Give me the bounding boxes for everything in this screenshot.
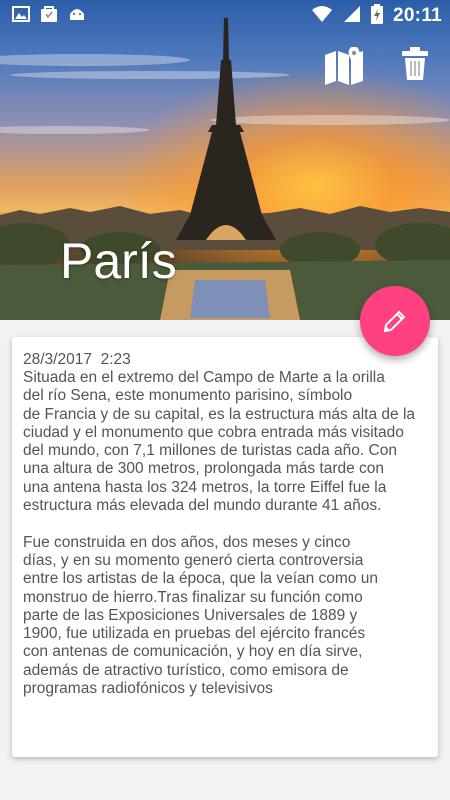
delete-button[interactable] (400, 46, 430, 82)
edit-fab-button[interactable] (360, 286, 430, 356)
android-icon (68, 6, 86, 27)
note-card: 28/3/2017 2:23 Situada en el extremo del… (12, 337, 438, 757)
wifi-icon (311, 5, 333, 28)
status-bar: 20:11 (0, 0, 450, 32)
page-title: París (60, 233, 177, 289)
note-body: Situada en el extremo del Campo de Marte… (23, 369, 416, 698)
status-time: 20:11 (392, 5, 442, 26)
shopping-bag-icon (40, 5, 58, 28)
signal-icon (343, 5, 361, 28)
pencil-icon (383, 310, 406, 333)
note-date: 28/3/2017 2:23 (23, 351, 131, 368)
battery-charging-icon (370, 3, 383, 29)
image-icon (12, 5, 30, 27)
map-icon (325, 46, 363, 85)
trash-icon (402, 47, 428, 80)
map-button[interactable] (323, 46, 365, 85)
